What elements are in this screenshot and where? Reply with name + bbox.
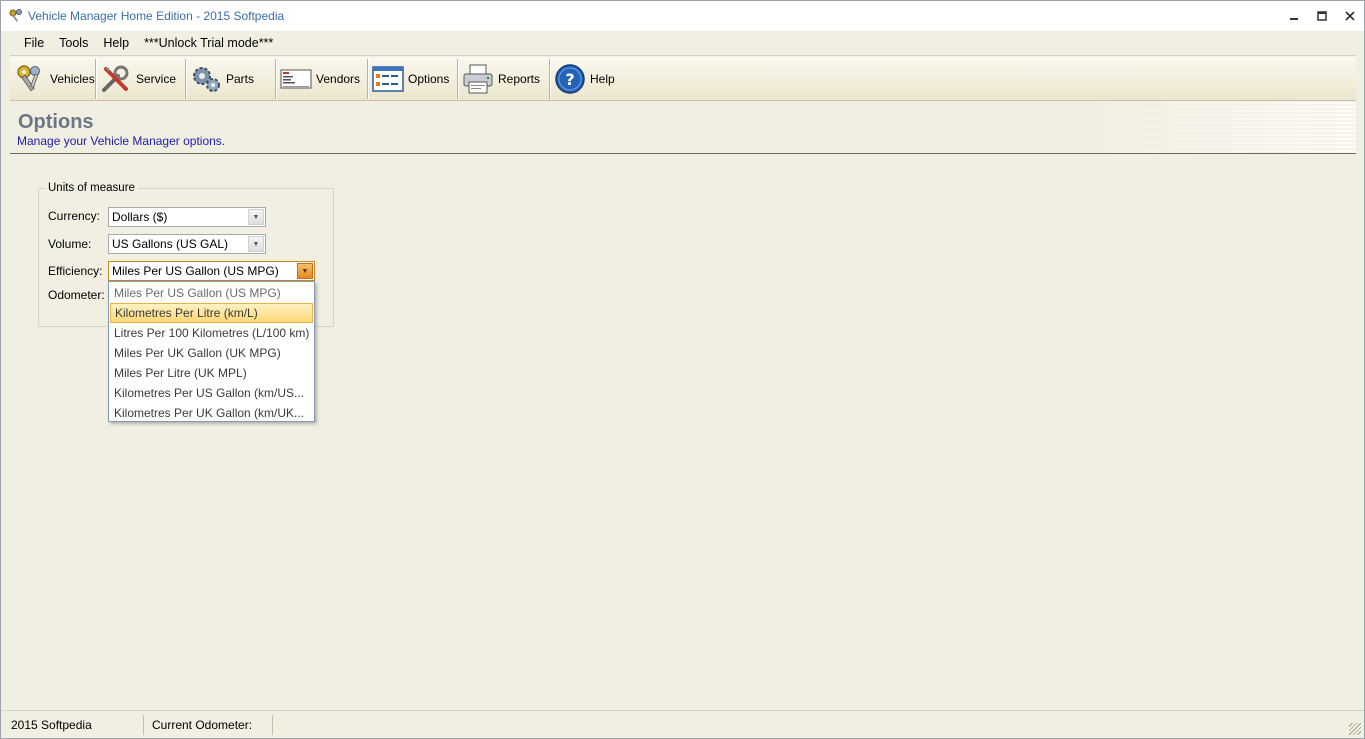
parts-label: Parts <box>226 71 255 86</box>
service-label: Service <box>136 71 177 86</box>
window-controls <box>1280 1 1364 31</box>
resize-grip-icon[interactable] <box>1349 723 1361 735</box>
close-button[interactable] <box>1336 1 1364 31</box>
units-group-label: Units of measure <box>45 182 138 194</box>
printer-icon <box>463 64 493 93</box>
vendors-label: Vendors <box>316 71 361 86</box>
maximize-button[interactable] <box>1308 1 1336 31</box>
gears-icon <box>193 66 220 92</box>
efficiency-select[interactable]: Miles Per US Gallon (US MPG) ▼ <box>108 261 315 281</box>
dropdown-option-highlighted[interactable]: Kilometres Per Litre (km/L) <box>110 303 313 323</box>
window-title: Vehicle Manager Home Edition - 2015 Soft… <box>28 9 285 23</box>
reports-label: Reports <box>498 71 541 86</box>
dropdown-option[interactable]: Miles Per UK Gallon (UK MPG) <box>110 343 313 363</box>
currency-select[interactable]: Dollars ($) ▼ <box>108 207 266 227</box>
title-bar: Vehicle Manager Home Edition - 2015 Soft… <box>1 1 1364 31</box>
volume-value: US Gallons (US GAL) <box>112 237 229 251</box>
dropdown-option[interactable]: Miles Per Litre (UK MPL) <box>110 363 313 383</box>
dropdown-option[interactable]: Kilometres Per UK Gallon (km/UK... <box>110 403 313 423</box>
chevron-down-icon[interactable]: ▼ <box>248 236 264 252</box>
page-title: Options <box>18 111 94 133</box>
status-bar: 2015 Softpedia Softpedia Current Odomete… <box>1 710 1364 739</box>
vehicles-label: Vehicles <box>50 71 95 86</box>
header-decoration <box>1086 102 1356 153</box>
chevron-down-icon[interactable]: ▼ <box>297 263 313 279</box>
menu-unlock-trial[interactable]: ***Unlock Trial mode*** <box>137 36 280 50</box>
menu-tools[interactable]: Tools <box>52 36 95 50</box>
minimize-icon <box>1290 18 1298 20</box>
currency-value: Dollars ($) <box>112 210 168 224</box>
menu-bar: File Tools Help ***Unlock Trial mode*** <box>10 31 1356 56</box>
service-button[interactable]: Service <box>96 58 186 99</box>
options-list-icon <box>372 65 404 92</box>
toolbar: Vehicles Service Parts Vendors Options R… <box>10 57 1356 101</box>
efficiency-dropdown-list: Miles Per US Gallon (US MPG) Kilometres … <box>108 281 315 422</box>
currency-label: Currency: <box>48 209 101 223</box>
keys-icon <box>17 64 40 91</box>
business-card-icon <box>280 69 312 88</box>
vendors-button[interactable]: Vendors <box>276 58 368 99</box>
app-keys-icon <box>9 9 22 22</box>
dropdown-option[interactable]: Miles Per US Gallon (US MPG) <box>110 283 313 303</box>
page-header: Options Manage your Vehicle Manager opti… <box>10 102 1356 154</box>
menu-help[interactable]: Help <box>96 36 136 50</box>
vehicles-button[interactable]: Vehicles <box>10 58 96 99</box>
efficiency-value: Miles Per US Gallon (US MPG) <box>112 264 279 278</box>
parts-button[interactable]: Parts <box>186 58 276 99</box>
chevron-down-icon[interactable]: ▼ <box>248 209 264 225</box>
volume-label: Volume: <box>48 237 92 251</box>
efficiency-label: Efficiency: <box>48 264 103 278</box>
odometer-label: Odometer: <box>48 288 105 302</box>
wrench-icon <box>102 65 129 92</box>
volume-select[interactable]: US Gallons (US GAL) ▼ <box>108 234 266 254</box>
minimize-button[interactable] <box>1280 1 1308 31</box>
options-button[interactable]: Options <box>368 58 458 99</box>
dropdown-option[interactable]: Kilometres Per US Gallon (km/US... <box>110 383 313 403</box>
status-owner: 2015 Softpedia Softpedia <box>1 714 144 739</box>
reports-button[interactable]: Reports <box>458 58 550 99</box>
close-icon <box>1345 11 1355 21</box>
help-button[interactable]: ? Help <box>550 59 626 99</box>
help-label: Help <box>590 71 615 86</box>
options-label: Options <box>408 71 450 86</box>
page-subtitle: Manage your Vehicle Manager options. <box>17 134 226 148</box>
dropdown-option[interactable]: Litres Per 100 Kilometres (L/100 km) <box>110 323 313 343</box>
menu-file[interactable]: File <box>10 36 51 50</box>
maximize-icon <box>1317 11 1327 21</box>
app-window: Vehicle Manager Home Edition - 2015 Soft… <box>0 0 1365 739</box>
help-icon: ? <box>555 63 585 94</box>
status-odometer: Current Odometer: 80 <box>144 714 273 739</box>
svg-text:?: ? <box>565 70 574 89</box>
